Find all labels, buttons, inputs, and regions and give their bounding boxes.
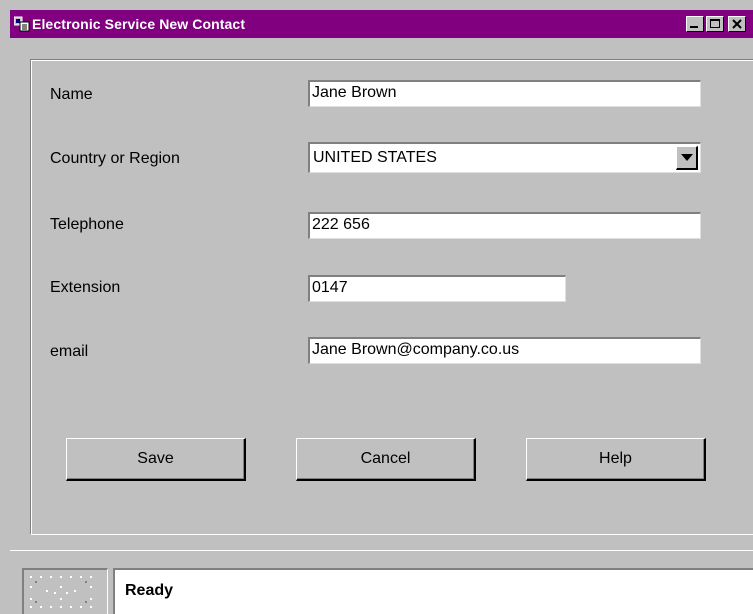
country-select[interactable]: UNITED STATES	[308, 142, 701, 173]
status-bar: Ready	[10, 550, 753, 614]
status-grid-icon	[30, 576, 92, 608]
chevron-down-icon	[681, 154, 693, 161]
save-button[interactable]: Save	[66, 438, 246, 481]
email-label: email	[50, 343, 89, 360]
country-select-value: UNITED STATES	[313, 149, 437, 166]
minimize-button[interactable]	[686, 16, 704, 32]
close-icon	[732, 19, 742, 29]
extension-input[interactable]: 0147	[308, 275, 566, 302]
status-icon-panel	[22, 568, 108, 614]
close-button[interactable]	[728, 16, 746, 32]
status-text: Ready	[125, 582, 174, 599]
status-message-panel: Ready	[113, 568, 753, 614]
country-label: Country or Region	[50, 150, 180, 167]
telephone-label: Telephone	[50, 216, 124, 233]
telephone-input[interactable]: 222 656	[308, 212, 701, 239]
maximize-button[interactable]	[706, 16, 724, 32]
help-button[interactable]: Help	[526, 438, 706, 481]
minimize-icon	[690, 26, 698, 28]
name-input[interactable]: Jane Brown	[308, 80, 701, 107]
cancel-button[interactable]: Cancel	[296, 438, 476, 481]
contact-window: Electronic Service New Contact Name Jane…	[0, 0, 753, 614]
maximize-icon	[710, 19, 720, 28]
name-label: Name	[50, 86, 93, 103]
app-window-icon	[13, 16, 30, 32]
extension-label: Extension	[50, 279, 121, 296]
country-dropdown-button[interactable]	[676, 146, 698, 170]
email-input[interactable]: Jane Brown@company.co.us	[308, 337, 701, 364]
window-title: Electronic Service New Contact	[32, 16, 246, 32]
title-bar[interactable]: Electronic Service New Contact	[10, 10, 753, 38]
